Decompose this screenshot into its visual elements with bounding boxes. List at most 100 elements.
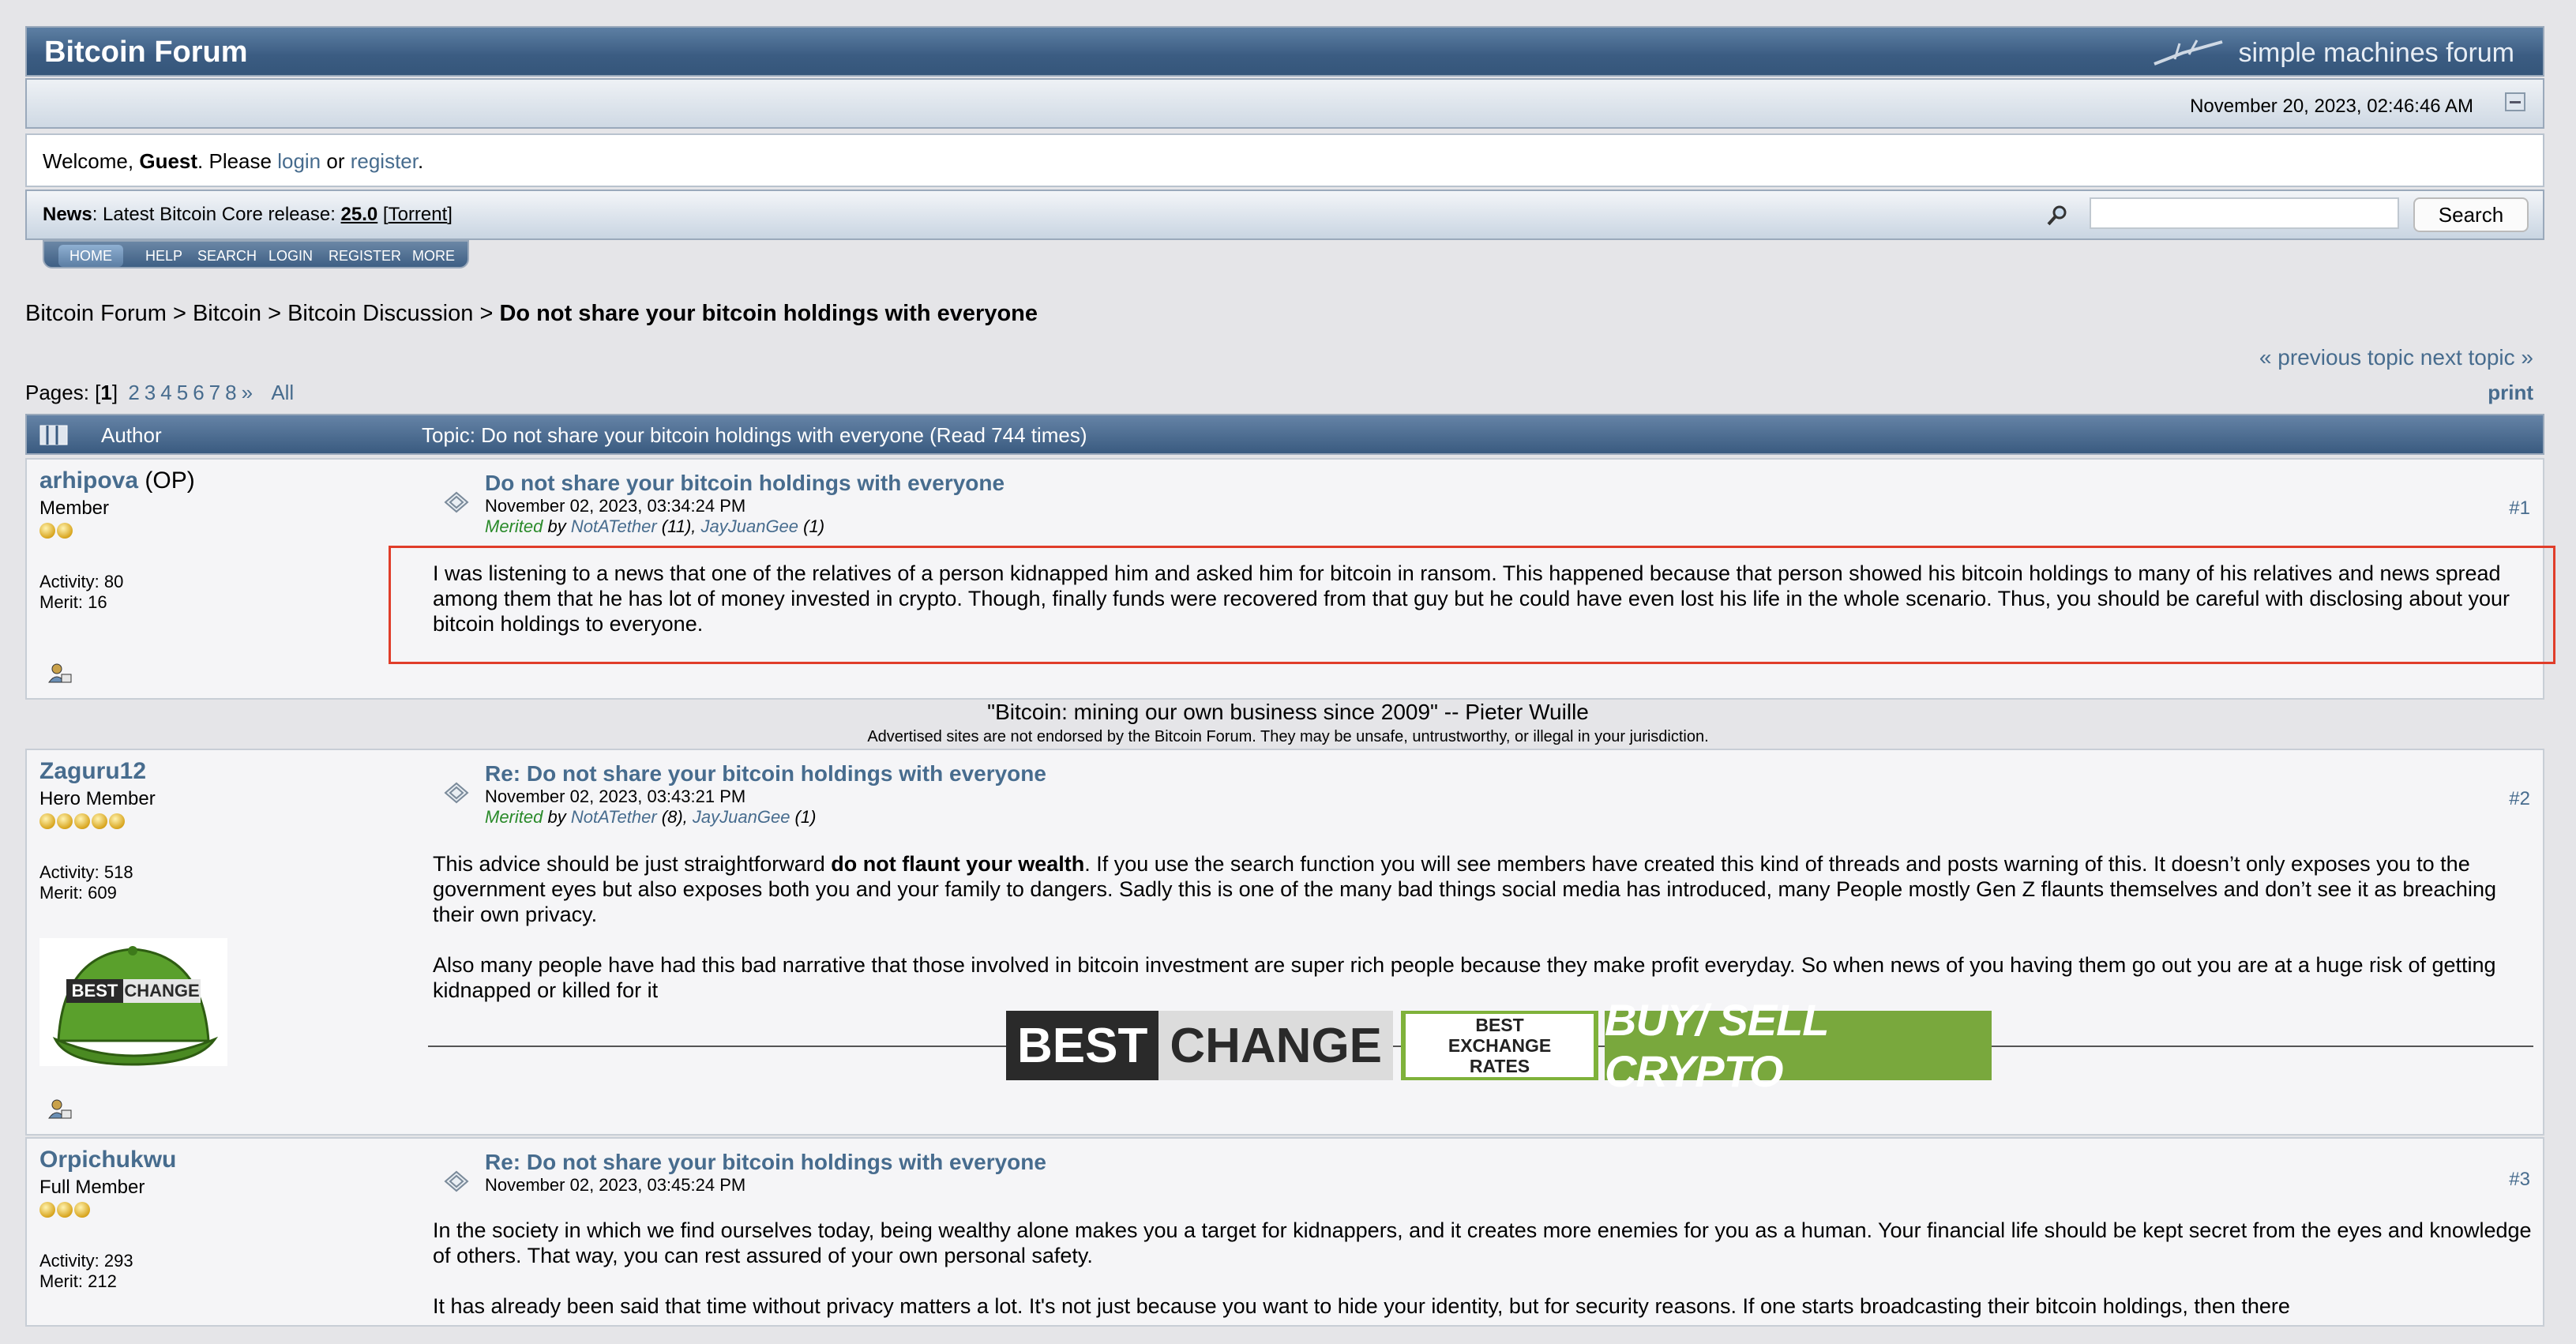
post-subject-link[interactable]: Re: Do not share your bitcoin holdings w… <box>485 1150 1046 1175</box>
avatar-text-change: CHANGE <box>124 981 199 1000</box>
profile-icon[interactable] <box>47 662 73 685</box>
news-body: : Latest Bitcoin Core release: <box>92 204 341 225</box>
menu-more[interactable]: MORE <box>412 245 455 267</box>
post-paragraph: Also many people have had this bad narra… <box>433 953 2496 1002</box>
search-button[interactable]: Search <box>2413 197 2529 232</box>
bestchange-banner[interactable]: BEST CHANGE BEST EXCHANGE RATES BUY/ SELL … <box>1006 995 1992 1096</box>
page-link-6[interactable]: 6 <box>193 381 204 404</box>
merit-user-link[interactable]: NotATether <box>571 807 657 827</box>
previous-topic-link[interactable]: « previous topic <box>2259 345 2414 370</box>
merited-by: by <box>543 807 571 827</box>
post-number-link[interactable]: #2 <box>2509 788 2530 810</box>
topic-header: Author Topic: Do not share your bitcoin … <box>25 414 2544 455</box>
merited-label: Merited <box>485 516 543 536</box>
post-subject-link[interactable]: Re: Do not share your bitcoin holdings w… <box>485 761 1046 787</box>
banner-change: CHANGE <box>1158 1011 1394 1080</box>
smf-logo-icon <box>2154 39 2223 66</box>
body-emphasis: do not flaunt your wealth <box>831 852 1085 876</box>
poster-name-link[interactable]: Orpichukwu <box>39 1147 176 1173</box>
breadcrumb: Bitcoin Forum > Bitcoin > Bitcoin Discus… <box>25 301 1038 327</box>
star-icon <box>39 523 55 539</box>
merit-user-link[interactable]: NotATether <box>571 516 657 536</box>
menu-register[interactable]: REGISTER <box>329 245 401 267</box>
torrent-link[interactable]: Torrent <box>389 204 448 225</box>
page-link-all[interactable]: All <box>271 381 294 404</box>
collapse-header-button[interactable] <box>2505 92 2525 111</box>
post-body: This advice should be just straightforwa… <box>433 851 2533 1028</box>
page-link-2[interactable]: 2 <box>128 381 139 404</box>
advert-disclaimer: Advertised sites are not endorsed by the… <box>867 728 1709 745</box>
post-subject-link[interactable]: Do not share your bitcoin holdings with … <box>485 471 1004 496</box>
merited-line: Merited by NotATether (8), JayJuanGee (1… <box>485 807 816 828</box>
banner-rates-line: RATES <box>1469 1056 1530 1076</box>
banner-rates: BEST EXCHANGE RATES <box>1401 1011 1599 1080</box>
post-paragraph: In the society in which we find ourselve… <box>433 1218 2532 1267</box>
menu-login[interactable]: LOGIN <box>268 245 313 267</box>
release-version-link[interactable]: 25.0 <box>341 204 378 225</box>
merit-count: (1) <box>790 807 817 827</box>
bracket-close: ] <box>447 204 452 225</box>
breadcrumb-bitcoin-forum[interactable]: Bitcoin Forum <box>25 301 167 326</box>
guest-label: Guest <box>139 149 198 173</box>
breadcrumb-bitcoin-discussion[interactable]: Bitcoin Discussion <box>287 301 473 326</box>
merited-label: Merited <box>485 807 543 827</box>
page-link-5[interactable]: 5 <box>177 381 188 404</box>
welcome-text: Welcome, Guest. Please login or register… <box>43 149 423 174</box>
activity-stat: Activity: 293 <box>39 1251 133 1271</box>
welcome-mid: . Please <box>197 149 278 173</box>
poster-name-link[interactable]: arhipova <box>39 467 138 494</box>
merited-line: Merited by NotATether (11), JayJuanGee (… <box>485 516 824 537</box>
page-link-8[interactable]: 8 <box>225 381 236 404</box>
register-link[interactable]: register <box>351 149 418 173</box>
topic-icon <box>39 425 68 445</box>
smf-logo-text: simple machines forum <box>2238 37 2514 68</box>
post-number-link[interactable]: #1 <box>2509 497 2530 520</box>
page-link-7[interactable]: 7 <box>209 381 220 404</box>
highlight-box <box>389 546 2555 664</box>
current-page: 1 <box>100 381 112 404</box>
post-number-link[interactable]: #3 <box>2509 1169 2530 1191</box>
pages-label: Pages: <box>25 381 96 404</box>
page-link-next[interactable]: » <box>242 381 253 404</box>
page-link-3[interactable]: 3 <box>145 381 156 404</box>
profile-icon[interactable] <box>47 1098 73 1121</box>
post-icon <box>444 491 469 513</box>
merit-user-link[interactable]: JayJuanGee <box>693 807 790 827</box>
banner-buy-sell: BUY/ SELL CRYPTO <box>1605 995 1992 1096</box>
search-input[interactable] <box>2090 197 2399 229</box>
banner-rates-line: EXCHANGE <box>1448 1035 1552 1056</box>
post-body: In the society in which we find ourselve… <box>433 1218 2533 1344</box>
upper-bar: November 20, 2023, 02:46:46 AM <box>25 78 2544 129</box>
post: Orpichukwu Full Member Activity: 293 Mer… <box>25 1137 2544 1327</box>
poster-info: Orpichukwu Full Member Activity: 293 Mer… <box>39 1147 403 1292</box>
author-column-label: Author <box>101 423 162 447</box>
post-date: November 02, 2023, 03:34:24 PM <box>485 496 746 516</box>
next-topic-link[interactable]: next topic » <box>2420 345 2533 370</box>
news-text: News: Latest Bitcoin Core release: 25.0 … <box>43 204 452 226</box>
merit-user-link[interactable]: JayJuanGee <box>701 516 799 536</box>
post-date: November 02, 2023, 03:43:21 PM <box>485 787 746 806</box>
menu-help[interactable]: HELP <box>145 245 182 267</box>
welcome-or: or <box>321 149 351 173</box>
star-icon <box>74 1202 90 1218</box>
print-link[interactable]: print <box>2488 381 2533 405</box>
menu-home[interactable]: HOME <box>58 245 123 267</box>
rank-stars <box>39 1202 403 1218</box>
body-text: This advice should be just straightforwa… <box>433 852 832 876</box>
page-link-4[interactable]: 4 <box>160 381 171 404</box>
avatar-text-best: BEST <box>72 981 118 1000</box>
poster-info: arhipova (OP) Member Activity: 80 Merit:… <box>39 467 403 613</box>
signature-quote: "Bitcoin: mining our own business since … <box>987 700 1589 724</box>
breadcrumb-bitcoin[interactable]: Bitcoin <box>193 301 261 326</box>
banner-best: BEST <box>1006 1011 1159 1080</box>
topic-navigation: « previous topic next topic » <box>2259 345 2533 370</box>
merit-stat: Merit: 212 <box>39 1271 117 1291</box>
login-link[interactable]: login <box>277 149 321 173</box>
menu-search[interactable]: SEARCH <box>197 245 257 267</box>
star-icon <box>57 813 73 829</box>
merit-stat: Merit: 16 <box>39 592 107 612</box>
bracket-open: [ <box>377 204 389 225</box>
star-icon <box>74 813 90 829</box>
poster-name-link[interactable]: Zaguru12 <box>39 758 146 784</box>
star-icon <box>39 1202 55 1218</box>
